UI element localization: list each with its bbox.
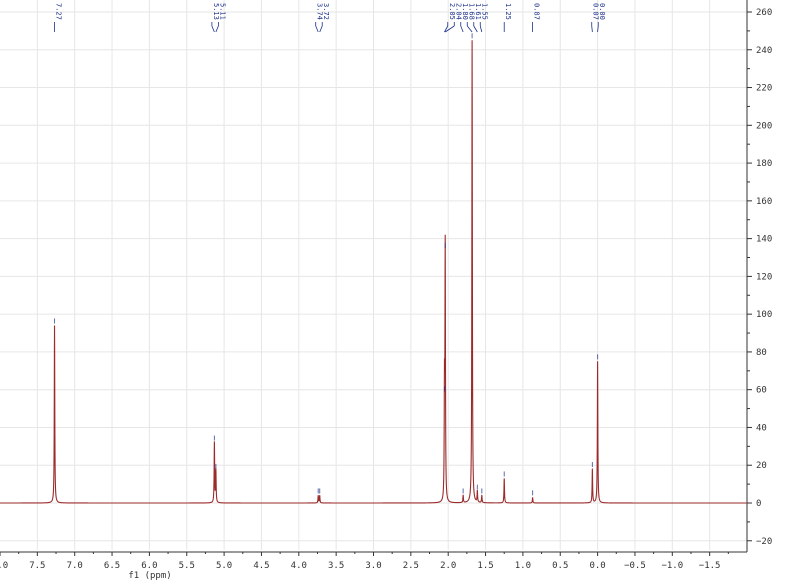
grid-layer (0, 0, 747, 550)
nmr-spectrum-chart: 260240220200180160140120100806040200−20 … (0, 0, 772, 581)
peak-leader (215, 25, 219, 33)
y-tick-label: 260 (756, 8, 772, 18)
x-tick-label: 2.5 (403, 561, 419, 571)
peak-label: 0.00 (598, 3, 606, 20)
y-tick-label: 40 (756, 423, 767, 433)
x-tick-label: 5.5 (179, 561, 195, 571)
y-tick-label: 60 (756, 386, 767, 396)
peak-label: 0.87 (533, 3, 541, 20)
y-tick-label: 0 (756, 499, 761, 509)
x-tick-label: −0.5 (624, 561, 646, 571)
y-tick-label: 80 (756, 348, 767, 358)
x-tick-label: 2.0 (440, 561, 456, 571)
peak-leader (319, 25, 323, 33)
y-tick-label: 20 (756, 461, 767, 471)
x-tick-label: −1.5 (699, 561, 721, 571)
peak-label: 3.72 (322, 3, 330, 20)
x-tick-label: 8.0 (0, 561, 8, 571)
peak-leader (315, 25, 319, 33)
x-tick-label: 0.5 (552, 561, 568, 571)
y-tick-label: 120 (756, 272, 772, 282)
peak-label: 1.55 (480, 3, 488, 20)
x-tick-label: 7.5 (29, 561, 45, 571)
peak-label: 5.11 (218, 3, 226, 20)
y-tick-label: 140 (756, 235, 772, 245)
y-tick-label: 100 (756, 310, 772, 320)
peak-leader (479, 25, 483, 33)
x-tick-label: 1.5 (477, 561, 493, 571)
peak-label: 7.27 (55, 3, 63, 20)
peak-label: 1.25 (504, 3, 512, 20)
x-tick-label: 4.0 (291, 561, 307, 571)
peak-leader (211, 25, 215, 33)
x-tick-label: 0.0 (589, 561, 605, 571)
x-axis: 8.0 7.5 7.0 6.5 6.0 5.5 5.0 4.5 4.0 3.5 3.0 2.5 2.0 1… (0, 551, 747, 571)
y-tick-label: −20 (756, 537, 772, 547)
peak-leader (473, 25, 478, 33)
x-tick-label: 3.5 (328, 561, 344, 571)
y-tick-label: 160 (756, 197, 772, 207)
peak-leader (466, 25, 473, 33)
x-tick-label: 7.0 (67, 561, 83, 571)
y-axis: 260240220200180160140120100806040200−20 (746, 0, 772, 552)
x-tick-label: 6.5 (104, 561, 120, 571)
y-tick-label: 220 (756, 84, 772, 94)
y-tick-label: 240 (756, 46, 772, 56)
peak-leader (591, 25, 593, 33)
peak-leader (460, 25, 464, 33)
y-tick-label: 180 (756, 159, 772, 169)
x-axis-label: f1 (ppm) (128, 571, 171, 581)
x-tick-label: 4.5 (253, 561, 269, 571)
x-tick-label: 3.0 (365, 561, 381, 571)
peak-label-layer: 7.27 5.135.11 3.743.72 2.052.041.801.681.61… (54, 3, 606, 33)
y-tick-label: 200 (756, 121, 772, 131)
x-tick-label: 5.0 (216, 561, 232, 571)
x-tick-label: 6.0 (141, 561, 157, 571)
x-tick-label: −1.0 (661, 561, 683, 571)
x-tick-label: 1.0 (515, 561, 531, 571)
